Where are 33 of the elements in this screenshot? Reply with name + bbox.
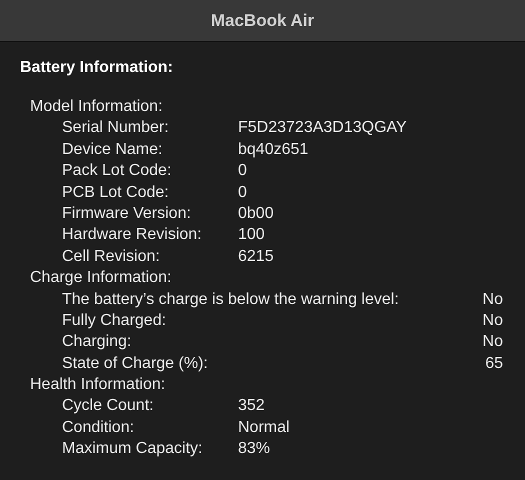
field-value: 0 (238, 161, 248, 182)
field-value: F5D23723A3D13QGAY (238, 118, 408, 138)
field-value: 100 (238, 225, 266, 246)
field-label: State of Charge (%): (62, 354, 209, 374)
field-value: No (482, 310, 503, 331)
field-value: 352 (238, 396, 266, 416)
field-label: The battery’s charge is below the warning level: (62, 290, 400, 310)
field-value: No (482, 290, 503, 310)
field-label: Hardware Revision: (62, 225, 203, 246)
field-value: bq40z651 (238, 140, 310, 160)
field-label: Fully Charged: (62, 310, 168, 331)
field-value: No (482, 332, 503, 352)
field-value: 83% (238, 439, 272, 460)
field-label: Condition: (62, 418, 136, 438)
field-label: Serial Number: (62, 118, 170, 138)
window-title: MacBook Air (210, 10, 314, 30)
field-label: Cycle Count: (62, 396, 155, 416)
section-heading: Battery Information: (19, 58, 174, 78)
field-value: 65 (484, 354, 503, 374)
field-label: Maximum Capacity: (62, 439, 204, 460)
field-value: 6215 (238, 246, 275, 267)
field-label: Charging: (62, 332, 132, 352)
section-title: Charge Information: (29, 268, 172, 288)
section-title: Health Information: (29, 375, 166, 396)
field-label: PCB Lot Code: (62, 182, 170, 203)
field-label: Firmware Version: (62, 204, 192, 224)
field-label: Pack Lot Code: (62, 161, 172, 182)
field-label: Cell Revision: (62, 246, 161, 267)
field-value: Normal (238, 418, 291, 438)
field-value: 0b00 (238, 204, 275, 224)
section-title: Model Information: (29, 97, 164, 117)
field-label: Device Name: (62, 140, 164, 160)
field-value: 0 (238, 182, 248, 203)
